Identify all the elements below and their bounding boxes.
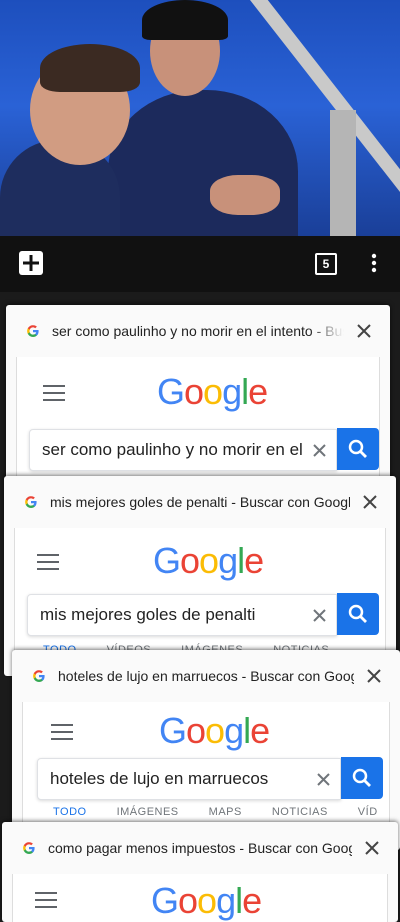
person-left-hair — [40, 44, 140, 92]
close-icon — [316, 772, 330, 786]
hamburger-menu-icon[interactable] — [51, 724, 73, 740]
tab-card[interactable]: como pagar menos impuestos - Buscar con … — [2, 822, 398, 922]
tab-count: 5 — [315, 253, 337, 275]
search-input[interactable]: hoteles de lujo en marruecos — [37, 758, 341, 800]
search-button[interactable] — [341, 757, 383, 799]
filter-tab-images[interactable]: IMÁGENES — [117, 806, 179, 818]
menu-button[interactable] — [360, 248, 388, 278]
filter-tab-videos[interactable]: VÍD — [358, 806, 378, 818]
close-tab-button[interactable] — [350, 482, 390, 522]
close-icon — [367, 669, 381, 683]
google-favicon-icon — [27, 325, 39, 337]
tab-switcher-toolbar: 5 — [0, 236, 400, 292]
search-input[interactable]: mis mejores goles de penalti — [27, 594, 337, 636]
tab-card-header: como pagar menos impuestos - Buscar con … — [2, 822, 398, 874]
plus-icon — [19, 251, 43, 275]
google-logo: Google — [159, 710, 270, 751]
google-favicon-icon — [25, 496, 37, 508]
close-icon — [365, 841, 379, 855]
tab-card[interactable]: mis mejores goles de penalti - Buscar co… — [4, 476, 396, 676]
clear-search-button[interactable] — [302, 598, 336, 632]
wallpaper-photo — [0, 0, 400, 236]
close-icon — [312, 443, 326, 457]
filter-tab-news[interactable]: NOTICIAS — [272, 806, 328, 818]
close-icon — [312, 608, 326, 622]
tab-page-preview: Google — [12, 874, 388, 922]
hamburger-menu-icon[interactable] — [37, 554, 59, 570]
tab-title: ser como paulinho y no morir en el inten… — [52, 323, 344, 339]
headphones — [142, 0, 228, 40]
search-query: hoteles de lujo en marruecos — [50, 769, 269, 788]
close-icon — [357, 324, 371, 338]
tab-title: como pagar menos impuestos - Buscar con … — [48, 840, 352, 856]
google-logo: Google — [153, 540, 264, 581]
tab-title: mis mejores goles de penalti - Buscar co… — [50, 494, 350, 510]
filter-tab-all[interactable]: TODO — [53, 806, 87, 818]
clear-search-button[interactable] — [306, 762, 340, 796]
search-icon — [352, 768, 371, 787]
search-icon — [348, 439, 367, 458]
more-vert-icon — [371, 253, 377, 273]
clear-search-button[interactable] — [302, 433, 336, 467]
search-input[interactable]: ser como paulinho y no morir en el inten… — [29, 429, 337, 471]
tab-count-button[interactable]: 5 — [312, 250, 340, 278]
hands-phone — [210, 175, 280, 215]
close-icon — [363, 495, 377, 509]
new-tab-button[interactable] — [16, 248, 46, 278]
google-favicon-icon — [23, 842, 35, 854]
hamburger-menu-icon[interactable] — [43, 385, 65, 401]
search-query: ser como paulinho y no morir en el inten… — [42, 440, 302, 459]
person-right-body — [108, 90, 298, 236]
tab-card[interactable]: hoteles de lujo en marruecos - Buscar co… — [12, 650, 400, 850]
google-logo: Google — [157, 371, 268, 412]
google-favicon-icon — [33, 670, 45, 682]
search-button[interactable] — [337, 428, 379, 470]
search-query: mis mejores goles de penalti — [40, 605, 256, 624]
close-tab-button[interactable] — [354, 656, 394, 696]
filter-tab-maps[interactable]: MAPS — [209, 806, 242, 818]
tab-card-header: mis mejores goles de penalti - Buscar co… — [4, 476, 396, 528]
tab-card-header: hoteles de lujo en marruecos - Buscar co… — [12, 650, 400, 702]
search-filter-tabs: TODO IMÁGENES MAPS NOTICIAS VÍD — [53, 806, 400, 818]
search-button[interactable] — [337, 593, 379, 635]
hamburger-menu-icon[interactable] — [35, 892, 57, 908]
close-tab-button[interactable] — [352, 828, 392, 868]
tab-card-header: ser como paulinho y no morir en el inten… — [6, 305, 390, 357]
tab-title: hoteles de lujo en marruecos - Buscar co… — [58, 668, 354, 684]
search-icon — [348, 604, 367, 623]
close-tab-button[interactable] — [344, 311, 384, 351]
railing-post — [330, 110, 356, 236]
